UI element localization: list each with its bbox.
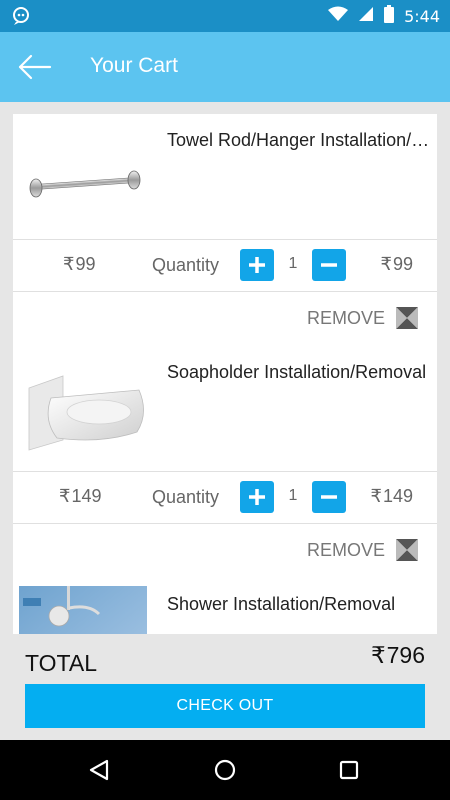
product-name: Shower Installation/Removal [167,594,396,614]
status-bar: 5:44 [0,0,450,32]
rupee-icon: ₹ [380,254,392,275]
nav-back-button[interactable] [84,755,114,785]
close-icon [396,539,418,561]
signal-icon [358,6,374,27]
total-label: TOTAL [25,650,97,676]
minus-icon [321,263,337,267]
wifi-icon [328,6,349,27]
remove-button[interactable]: REMOVE [307,538,419,562]
product-image [21,358,151,458]
cart-item: Soapholder Installation/Removal ₹149 Qua… [13,346,437,578]
cart-footer: TOTAL ₹796 CHECK OUT [0,634,450,740]
product-name: Towel Rod/Hanger Installation/Removal [167,130,431,150]
rupee-icon: ₹ [59,486,71,507]
item-total-price: ₹99 [380,254,413,275]
increase-quantity-button[interactable] [240,249,274,281]
cart-list[interactable]: Towel Rod/Hanger Installation/Removal ₹9… [0,102,450,634]
circle-home-icon [214,759,236,781]
nav-home-button[interactable] [210,755,240,785]
cart-item-header[interactable]: Shower Installation/Removal [13,578,437,634]
cart-item-header[interactable]: Soapholder Installation/Removal [13,346,437,472]
navigation-bar [0,740,450,800]
rupee-icon: ₹ [370,643,386,669]
quantity-value: 1 [288,487,298,504]
remove-label: REMOVE [306,539,385,560]
cart-item: Towel Rod/Hanger Installation/Removal ₹9… [13,114,437,346]
checkout-button[interactable]: CHECK OUT [25,684,425,728]
quantity-label: Quantity [152,255,220,275]
product-image [21,126,151,226]
remove-row: REMOVE [13,524,437,578]
remove-row: REMOVE [13,292,437,346]
item-total-price: ₹149 [370,486,414,507]
minus-icon [321,495,337,499]
nav-recents-button[interactable] [334,755,364,785]
remove-label: REMOVE [306,307,385,328]
status-time: 5:44 [404,6,440,26]
increase-quantity-button[interactable] [240,481,274,513]
arrow-left-icon [18,54,52,80]
rupee-icon: ₹ [370,486,382,507]
quantity-value: 1 [288,255,298,272]
plus-icon [249,257,265,273]
product-name: Soapholder Installation/Removal [167,362,427,382]
unit-price: ₹149 [59,486,102,507]
rupee-icon: ₹ [63,254,75,275]
product-image [19,586,147,634]
quantity-row: ₹149 Quantity 1 ₹149 [13,472,437,524]
decrease-quantity-button[interactable] [312,249,346,281]
back-button[interactable] [14,50,54,84]
square-recents-icon [339,760,359,780]
app-bar: Your Cart [0,32,450,102]
close-icon [396,307,418,329]
notification-icon [12,7,32,30]
triangle-back-icon [89,759,109,781]
quantity-row: ₹99 Quantity 1 ₹99 [13,240,437,292]
cart-item: Shower Installation/Removal [13,578,437,634]
cart-item-header[interactable]: Towel Rod/Hanger Installation/Removal [13,114,437,240]
plus-icon [249,489,265,505]
decrease-quantity-button[interactable] [312,481,346,513]
total-amount: ₹796 [370,642,425,669]
remove-button[interactable]: REMOVE [307,306,419,330]
page-title: Your Cart [90,54,178,77]
unit-price: ₹99 [63,254,96,275]
quantity-label: Quantity [152,487,220,507]
battery-icon [384,4,395,28]
